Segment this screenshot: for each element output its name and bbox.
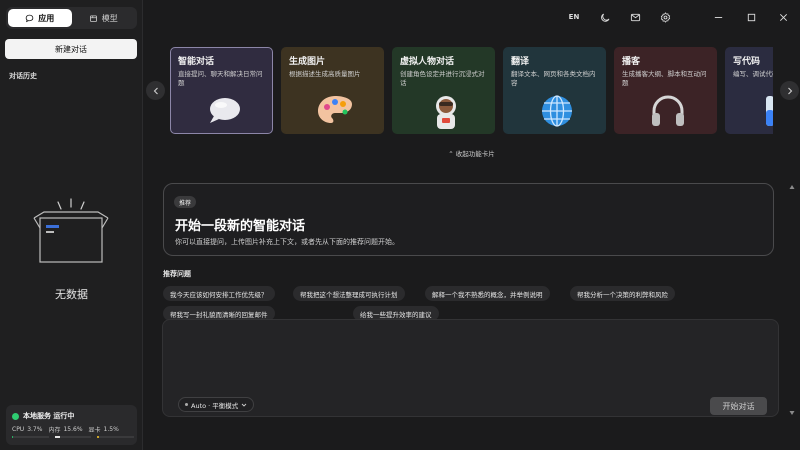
metric-bars bbox=[12, 436, 135, 439]
card-title: 智能对话 bbox=[178, 57, 215, 67]
message-composer[interactable]: Auto · 平衡模式 开始对话 bbox=[162, 319, 779, 417]
titlebar: EN bbox=[143, 0, 800, 33]
suggestions-title: 推荐问题 bbox=[163, 270, 191, 278]
metric-gpu-value: 1.5% bbox=[103, 426, 119, 433]
tab-models-label: 模型 bbox=[101, 13, 118, 23]
empty-state-text: 无数据 bbox=[55, 288, 88, 301]
metric-gpu-name: 显卡 bbox=[88, 427, 101, 434]
cards-next-button[interactable] bbox=[780, 81, 799, 100]
start-chat-button[interactable]: 开始对话 bbox=[710, 397, 767, 415]
test-tube-icon bbox=[766, 96, 773, 126]
chevron-right-icon bbox=[787, 87, 792, 94]
palette-icon bbox=[318, 96, 352, 123]
collapse-cards-label: 收起功能卡片 bbox=[455, 150, 495, 158]
model-label: Auto · 平衡模式 bbox=[191, 401, 239, 410]
card-desc: 编写、调试代码片段 bbox=[733, 70, 773, 78]
theme-toggle[interactable] bbox=[598, 10, 612, 24]
memory-bar-fill bbox=[54, 436, 61, 438]
hero-subtitle: 你可以直接提问，上传图片补充上下文，或者先从下面的推荐问题开始。 bbox=[175, 238, 399, 246]
card-title: 播客 bbox=[622, 57, 641, 67]
cards-prev-button[interactable] bbox=[146, 81, 165, 100]
metrics-row: CPU 3.7% 内存 15.6% 显卡 1.5% bbox=[12, 425, 134, 434]
model-selector[interactable]: Auto · 平衡模式 bbox=[178, 397, 255, 412]
hero-title: 开始一段新的智能对话 bbox=[175, 219, 306, 234]
card-desc: 根据描述生成高质量图片 bbox=[289, 70, 361, 78]
metric-cpu-value: 3.7% bbox=[27, 426, 43, 433]
gpu-bar-fill bbox=[97, 436, 99, 438]
card-title: 翻译 bbox=[511, 57, 530, 67]
memory-bar bbox=[54, 436, 92, 438]
gear-icon bbox=[660, 11, 670, 23]
new-chat-button[interactable]: 新建对话 bbox=[5, 39, 137, 59]
card-title: 写代码 bbox=[733, 57, 761, 67]
cube-icon bbox=[89, 14, 97, 22]
moon-icon bbox=[600, 13, 609, 22]
card-podcast[interactable]: 播客 生成播客大纲、脚本和互动问题 bbox=[614, 47, 717, 134]
close-button[interactable] bbox=[776, 10, 790, 24]
astronaut-icon bbox=[436, 96, 456, 129]
metric-cpu-name: CPU bbox=[12, 426, 25, 433]
metric-cpu: CPU 3.7% bbox=[12, 425, 42, 434]
card-desc: 生成播客大纲、脚本和互动问题 bbox=[622, 70, 707, 87]
chevron-up-icon: ⌃ bbox=[448, 150, 456, 158]
suggestion-chip[interactable]: 帮我分析一个决策的利弊和风险 bbox=[570, 286, 675, 301]
status-indicator bbox=[12, 413, 19, 420]
card-virtual-character[interactable]: 虚拟人物对话 创建角色设定并进行沉浸式对话 bbox=[392, 47, 495, 134]
cpu-bar bbox=[12, 436, 49, 438]
language-toggle[interactable]: EN bbox=[567, 10, 581, 24]
card-desc: 翻译文本、网页和各类文档内容 bbox=[511, 70, 596, 87]
speech-bubble-icon bbox=[210, 98, 240, 123]
metric-memory-value: 15.6% bbox=[63, 426, 83, 433]
tab-apps-label: 应用 bbox=[38, 13, 55, 23]
chevron-left-icon bbox=[153, 87, 158, 94]
welcome-hero: 推荐 开始一段新的智能对话 你可以直接提问，上传图片补充上下文，或者先从下面的推… bbox=[163, 183, 774, 256]
mail-icon bbox=[630, 13, 640, 21]
metric-memory-name: 内存 bbox=[48, 427, 61, 434]
card-coding[interactable]: 写代码 编写、调试代码片段 bbox=[725, 47, 773, 134]
card-translate[interactable]: 翻译 翻译文本、网页和各类文档内容 bbox=[503, 47, 606, 134]
model-dot-icon bbox=[185, 403, 188, 406]
card-image-gen[interactable]: 生成图片 根据描述生成高质量图片 bbox=[281, 47, 384, 134]
card-title: 虚拟人物对话 bbox=[400, 57, 455, 67]
mail-button[interactable] bbox=[628, 10, 642, 24]
chevron-down-icon bbox=[241, 403, 247, 407]
card-smart-chat[interactable]: 智能对话 直接提问、聊天和解决日常问题 bbox=[170, 47, 273, 134]
gpu-bar bbox=[97, 436, 135, 438]
globe-icon bbox=[542, 95, 572, 127]
suggestion-chip[interactable]: 解释一个我不熟悉的概念，并举例说明 bbox=[425, 286, 550, 301]
history-title: 对话历史 bbox=[9, 72, 37, 80]
sidebar: 应用 模型 新建对话 对话历史 无数据 本地服务 运行中 CPU 3.7% 内存… bbox=[0, 0, 143, 450]
recommend-badge: 推荐 bbox=[174, 196, 197, 208]
maximize-button[interactable] bbox=[744, 10, 758, 24]
metric-memory: 内存 15.6% bbox=[48, 425, 82, 434]
headphones-icon bbox=[652, 95, 684, 126]
main-area: 智能对话 直接提问、聊天和解决日常问题 生成图片 根据描述生成高质量图片 虚拟人… bbox=[143, 33, 800, 450]
cpu-bar-fill bbox=[12, 436, 14, 438]
card-desc: 直接提问、聊天和解决日常问题 bbox=[178, 70, 263, 87]
close-icon bbox=[779, 13, 787, 21]
minimize-button[interactable] bbox=[711, 10, 725, 24]
collapse-cards-toggle[interactable]: ⌃ 收起功能卡片 bbox=[143, 148, 800, 158]
suggestion-chip[interactable]: 我今天应该如何安排工作优先级？ bbox=[163, 286, 275, 301]
settings-button[interactable] bbox=[658, 10, 672, 24]
feature-cards: 智能对话 直接提问、聊天和解决日常问题 生成图片 根据描述生成高质量图片 虚拟人… bbox=[170, 47, 773, 135]
maximize-icon bbox=[747, 13, 755, 21]
card-desc: 创建角色设定并进行沉浸式对话 bbox=[400, 70, 485, 87]
suggestion-chip[interactable]: 帮我把这个想法整理成可执行计划 bbox=[293, 286, 405, 301]
minimize-icon bbox=[714, 16, 722, 18]
card-title: 生成图片 bbox=[289, 57, 326, 67]
chat-bubble-icon bbox=[25, 14, 34, 22]
tab-models[interactable]: 模型 bbox=[72, 9, 136, 27]
mode-switch: 应用 模型 bbox=[6, 7, 137, 29]
service-status-card: 本地服务 运行中 CPU 3.7% 内存 15.6% 显卡 1.5% bbox=[6, 405, 137, 445]
status-label: 本地服务 运行中 bbox=[23, 412, 75, 420]
scrollbar[interactable] bbox=[789, 185, 795, 415]
empty-box-icon bbox=[33, 198, 109, 263]
metric-gpu: 显卡 1.5% bbox=[89, 425, 119, 434]
tab-apps[interactable]: 应用 bbox=[8, 9, 72, 27]
